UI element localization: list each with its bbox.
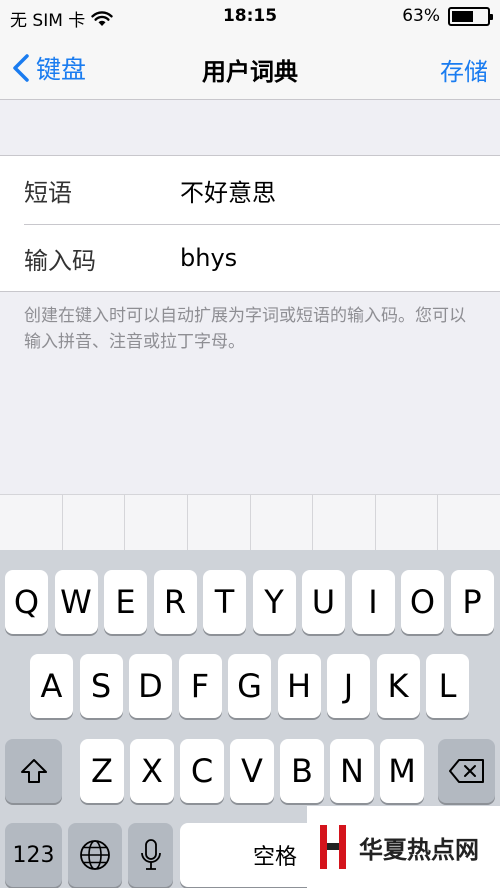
shortcut-label: 输入码 bbox=[24, 246, 96, 275]
microphone-icon bbox=[140, 839, 161, 870]
candidate-slot[interactable] bbox=[188, 495, 251, 550]
candidate-slot[interactable] bbox=[251, 495, 314, 550]
phrase-label: 短语 bbox=[24, 178, 72, 207]
delete-key[interactable] bbox=[438, 739, 495, 803]
candidate-bar bbox=[0, 494, 500, 550]
key-y[interactable]: Y bbox=[252, 570, 296, 634]
candidate-slot[interactable] bbox=[63, 495, 126, 550]
globe-icon bbox=[80, 840, 110, 870]
candidate-slot[interactable] bbox=[313, 495, 376, 550]
key-w[interactable]: W bbox=[54, 570, 98, 634]
key-z[interactable]: Z bbox=[80, 739, 124, 803]
key-j[interactable]: J bbox=[327, 654, 370, 718]
delete-icon bbox=[448, 759, 484, 783]
battery-group: 63% bbox=[402, 6, 493, 26]
key-h[interactable]: H bbox=[277, 654, 321, 718]
navigation-bar: 键盘 用户词典 存储 bbox=[0, 34, 500, 100]
key-s[interactable]: S bbox=[79, 654, 123, 718]
phrase-field[interactable]: 不好意思 bbox=[180, 173, 276, 208]
globe-key[interactable] bbox=[68, 823, 122, 887]
key-p[interactable]: P bbox=[450, 570, 494, 634]
status-bar: 无 SIM 卡 18:15 63% bbox=[0, 0, 500, 34]
key-r[interactable]: R bbox=[153, 570, 197, 634]
key-e[interactable]: E bbox=[104, 570, 147, 634]
key-n[interactable]: N bbox=[330, 739, 374, 803]
battery-percent: 63% bbox=[402, 6, 440, 26]
shortcut-form: 短语 不好意思 输入码 bhys bbox=[0, 155, 500, 292]
site-logo-icon bbox=[320, 825, 346, 869]
battery-icon bbox=[448, 6, 493, 26]
key-a[interactable]: A bbox=[30, 654, 73, 718]
key-g[interactable]: G bbox=[228, 654, 271, 718]
key-b[interactable]: B bbox=[280, 739, 324, 803]
key-q[interactable]: Q bbox=[5, 570, 48, 634]
form-footnote: 创建在键入时可以自动扩展为字词或短语的输入码。您可以输入拼音、注音或拉丁字母。 bbox=[24, 306, 466, 352]
key-m[interactable]: M bbox=[380, 739, 424, 803]
numbers-key[interactable]: 123 bbox=[5, 823, 62, 887]
key-u[interactable]: U bbox=[302, 570, 345, 634]
key-d[interactable]: D bbox=[129, 654, 172, 718]
shift-icon bbox=[20, 759, 47, 783]
key-t[interactable]: T bbox=[203, 570, 246, 634]
battery-level-fill bbox=[452, 10, 473, 22]
shortcut-row[interactable]: 输入码 bhys bbox=[0, 224, 500, 292]
candidate-slot[interactable] bbox=[0, 495, 63, 550]
key-o[interactable]: O bbox=[401, 570, 444, 634]
key-v[interactable]: V bbox=[230, 739, 274, 803]
shortcut-field[interactable]: bhys bbox=[180, 244, 237, 272]
key-i[interactable]: I bbox=[351, 570, 395, 634]
shift-key[interactable] bbox=[5, 739, 62, 803]
candidate-slot[interactable] bbox=[438, 495, 500, 550]
key-c[interactable]: C bbox=[180, 739, 224, 803]
save-button[interactable]: 存储 bbox=[440, 52, 488, 87]
watermark-text: 华夏热点网 bbox=[359, 834, 479, 864]
page-title: 用户词典 bbox=[202, 58, 298, 86]
key-x[interactable]: X bbox=[130, 739, 174, 803]
candidate-slot[interactable] bbox=[125, 495, 188, 550]
key-k[interactable]: K bbox=[376, 654, 420, 718]
watermark: 华夏热点网 bbox=[307, 806, 500, 888]
microphone-key[interactable] bbox=[128, 823, 173, 887]
key-l[interactable]: L bbox=[426, 654, 469, 718]
phrase-row[interactable]: 短语 不好意思 bbox=[0, 156, 500, 224]
candidate-slot[interactable] bbox=[376, 495, 439, 550]
key-f[interactable]: F bbox=[178, 654, 222, 718]
